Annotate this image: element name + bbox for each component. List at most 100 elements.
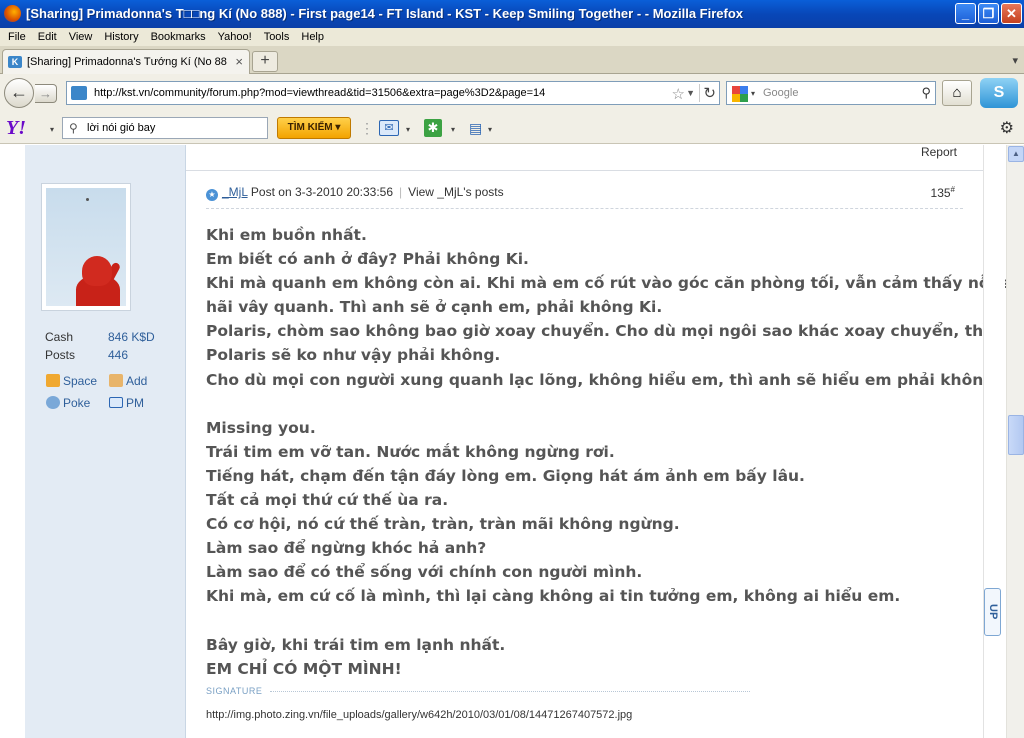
home-button[interactable]: ⌂ bbox=[942, 80, 972, 106]
post-line: Em biết có anh ở đây? Phải không Ki. bbox=[206, 250, 529, 269]
poke-link[interactable]: Poke bbox=[63, 396, 90, 410]
post-column: Report ★ _MjL Post on 3-3-2010 20:33:56 | V… bbox=[186, 145, 1020, 738]
post-line: Trái tim em vỡ tan. Nước mắt không ngừng… bbox=[206, 442, 615, 461]
close-window-button[interactable]: ✕ bbox=[1001, 3, 1022, 24]
url-dropdown-icon[interactable]: ▼ bbox=[686, 88, 695, 98]
scroll-up-arrow-icon[interactable]: ▲ bbox=[1008, 146, 1024, 162]
google-engine-icon[interactable] bbox=[732, 86, 748, 102]
page-right-margin bbox=[983, 145, 1005, 738]
search-icon: ⚲ bbox=[69, 121, 78, 135]
menu-help[interactable]: Help bbox=[295, 31, 330, 43]
maximize-button[interactable]: ❐ bbox=[978, 3, 999, 24]
post-line: Bây giờ, khi trái tim em lạnh nhất. bbox=[206, 635, 506, 654]
post-line: Khi mà, em cứ cố là mình, thì lại càng k… bbox=[206, 587, 901, 606]
mail-dropdown-icon[interactable]: ▾ bbox=[406, 125, 410, 134]
signature-label: SIGNATURE bbox=[206, 686, 263, 696]
yahoo-search-input[interactable]: ⚲ lời nói gió bay bbox=[62, 117, 268, 139]
post-blank-line bbox=[206, 609, 966, 633]
scroll-to-top-button[interactable]: UP bbox=[984, 588, 1001, 636]
poke-icon bbox=[46, 396, 60, 409]
tab-close-icon[interactable]: × bbox=[235, 54, 243, 69]
skype-icon[interactable]: S bbox=[980, 78, 1018, 108]
post-number-value: 135 bbox=[930, 186, 951, 200]
settings-gear-icon[interactable]: ⚙ bbox=[1000, 118, 1014, 138]
post-line: Làm sao để có thể sống với chính con ngư… bbox=[206, 563, 643, 582]
minimize-button[interactable]: _ bbox=[955, 3, 976, 24]
search-bar[interactable]: ▾ Google ⚲ bbox=[726, 81, 936, 105]
post-line: hãi vây quanh. Thì anh sẽ ở cạnh em, phả… bbox=[206, 298, 663, 317]
page-left-margin bbox=[0, 145, 25, 738]
mail-icon[interactable]: ✉ bbox=[379, 120, 399, 136]
addon-star-icon[interactable]: ✱ bbox=[424, 119, 442, 137]
pm-link[interactable]: PM bbox=[126, 396, 144, 410]
space-link[interactable]: Space bbox=[63, 374, 97, 388]
url-text: http://kst.vn/community/forum.php?mod=vi… bbox=[94, 87, 546, 99]
engine-dropdown-icon[interactable]: ▾ bbox=[751, 89, 755, 98]
forward-button[interactable]: → bbox=[35, 84, 57, 103]
post-blank-line bbox=[206, 392, 966, 416]
post-header-divider bbox=[206, 208, 963, 209]
site-identity-icon[interactable] bbox=[71, 86, 87, 100]
post-line: Polaris, chòm sao không bao giờ xoay chu… bbox=[206, 322, 989, 341]
post-number[interactable]: 135# bbox=[931, 185, 955, 200]
menu-view[interactable]: View bbox=[63, 31, 99, 43]
avatar-balloon bbox=[86, 198, 89, 201]
yahoo-logo[interactable]: Y! bbox=[6, 118, 26, 138]
bookmark-star-icon[interactable]: ☆ bbox=[672, 85, 685, 103]
post-number-suffix: # bbox=[950, 185, 955, 194]
add-friend-icon bbox=[109, 374, 123, 387]
add-link[interactable]: Add bbox=[126, 374, 147, 388]
search-placeholder: Google bbox=[763, 87, 799, 99]
user-sidebar: Cash 846 K$D Posts 446 Space Add Poke PM bbox=[25, 145, 186, 738]
divider bbox=[186, 170, 983, 171]
scrollbar-thumb[interactable] bbox=[1008, 415, 1024, 455]
tab-current[interactable]: K [Sharing] Primadonna's Tướng Kí (No 88… bbox=[2, 49, 250, 74]
post-line: Missing you. bbox=[206, 418, 316, 437]
yahoo-search-button[interactable]: TÌM KIẾM ▾ bbox=[277, 117, 351, 139]
notepad-dropdown-icon[interactable]: ▾ bbox=[488, 125, 492, 134]
url-bar[interactable]: http://kst.vn/community/forum.php?mod=vi… bbox=[66, 81, 720, 105]
post-line: Cho dù mọi con người xung quanh lạc lõng… bbox=[206, 370, 1004, 389]
post-line: EM CHỈ CÓ MỘT MÌNH! bbox=[206, 659, 402, 678]
post-body: Khi em buồn nhất. Em biết có anh ở đây? P… bbox=[206, 223, 1020, 681]
stat-posts-label: Posts bbox=[45, 348, 76, 362]
post-author-link[interactable]: _MjL bbox=[222, 185, 248, 199]
window-title: [Sharing] Primadonna's T□□ng Kí (No 888)… bbox=[26, 6, 744, 21]
search-go-icon[interactable]: ⚲ bbox=[921, 85, 931, 101]
vertical-scrollbar[interactable]: ▲ bbox=[1006, 145, 1024, 738]
firefox-icon bbox=[4, 5, 21, 22]
menu-tools[interactable]: Tools bbox=[258, 31, 296, 43]
post-header: ★ _MjL Post on 3-3-2010 20:33:56 | View _Mj… bbox=[206, 185, 504, 201]
post-line: Tiếng hát, chạm đến tận đáy lòng em. Giọ… bbox=[206, 466, 805, 485]
menu-bookmarks[interactable]: Bookmarks bbox=[145, 31, 212, 43]
report-link[interactable]: Report bbox=[921, 145, 957, 159]
new-tab-button[interactable]: + bbox=[252, 51, 278, 72]
online-status-icon: ★ bbox=[206, 189, 218, 201]
yahoo-search-value: lời nói gió bay bbox=[87, 122, 156, 134]
tab-bar: K [Sharing] Primadonna's Tướng Kí (No 88… bbox=[0, 46, 1024, 74]
notepad-icon[interactable]: ▤ bbox=[469, 120, 482, 137]
yahoo-toolbar: Y! ▾ ⚲ lời nói gió bay TÌM KIẾM ▾ ⋮ ✉ ▾ … bbox=[0, 112, 1024, 144]
tab-list-chevron-icon[interactable]: ▾ bbox=[1012, 54, 1018, 67]
site-favicon-icon: K bbox=[8, 56, 22, 68]
reload-icon[interactable]: ↻ bbox=[699, 84, 716, 102]
tab-label: [Sharing] Primadonna's Tướng Kí (No 888)… bbox=[27, 56, 227, 68]
view-posts-link[interactable]: View _MjL's posts bbox=[408, 185, 503, 199]
menu-file[interactable]: File bbox=[2, 31, 32, 43]
menu-yahoo[interactable]: Yahoo! bbox=[212, 31, 258, 43]
post-line: Khi em buồn nhất. bbox=[206, 226, 367, 244]
post-line: Tất cả mọi thứ cứ thế ùa ra. bbox=[206, 491, 449, 510]
addon-dropdown-icon[interactable]: ▾ bbox=[451, 125, 455, 134]
post-line: Polaris sẽ ko như vậy phải không. bbox=[206, 346, 501, 365]
menu-history[interactable]: History bbox=[98, 31, 144, 43]
stat-cash-value: 846 K$D bbox=[108, 330, 155, 344]
avatar[interactable] bbox=[41, 183, 131, 311]
menu-edit[interactable]: Edit bbox=[32, 31, 63, 43]
yahoo-dropdown-icon[interactable]: ▾ bbox=[50, 125, 54, 134]
back-button[interactable]: ← bbox=[4, 78, 34, 108]
stat-posts-value[interactable]: 446 bbox=[108, 348, 128, 362]
window-titlebar: [Sharing] Primadonna's T□□ng Kí (No 888)… bbox=[0, 0, 1024, 28]
avatar-image bbox=[46, 188, 126, 306]
stat-cash-label: Cash bbox=[45, 330, 74, 344]
signature-url: http://img.photo.zing.vn/file_uploads/ga… bbox=[206, 709, 633, 721]
